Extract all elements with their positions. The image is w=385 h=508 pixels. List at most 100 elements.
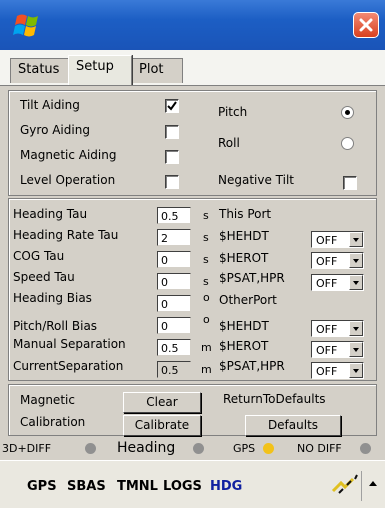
heading-tau-input[interactable]: 0.5 <box>157 207 191 224</box>
unit-label: s <box>203 231 209 244</box>
windows-flag-icon[interactable] <box>13 11 41 39</box>
title-bar <box>0 0 385 50</box>
unit-label: s <box>203 209 209 222</box>
heading-bias-input[interactable]: 0 <box>157 295 191 312</box>
gps-indicator-dot <box>263 443 274 454</box>
unit-label: o <box>203 291 210 304</box>
this-hehdt-select[interactable]: OFF <box>311 231 364 248</box>
negative-tilt-checkbox[interactable] <box>343 176 357 190</box>
tab-status[interactable]: Status <box>10 58 69 83</box>
unit-label: s <box>203 253 209 266</box>
current-separation-field: 0.5 <box>157 361 191 378</box>
calibrate-button[interactable]: Calibrate <box>123 415 201 436</box>
status-bar: 3D+DIFF Heading GPS NO DIFF <box>0 438 385 460</box>
return-to-defaults-label: ReturnToDefaults <box>223 392 326 406</box>
message-label: $PSAT,HPR <box>219 359 285 373</box>
param-label: Manual Separation <box>13 337 126 351</box>
param-label: Pitch/Roll Bias <box>13 319 98 333</box>
this-port-label: This Port <box>219 207 272 221</box>
message-label: $HEROT <box>219 251 269 265</box>
speed-tau-input[interactable]: 0 <box>157 273 191 290</box>
dropdown-arrow-icon[interactable] <box>349 342 363 357</box>
message-label: $PSAT,HPR <box>219 271 285 285</box>
select-value: OFF <box>316 255 338 268</box>
gyro-aiding-label: Gyro Aiding <box>20 123 90 137</box>
select-value: OFF <box>316 323 338 336</box>
other-hehdt-select[interactable]: OFF <box>311 320 364 337</box>
roll-radio[interactable] <box>341 137 354 150</box>
magnetic-label: Magnetic <box>20 393 75 407</box>
defaults-button[interactable]: Defaults <box>245 415 341 436</box>
diff-indicator-dot <box>85 443 96 454</box>
param-label: Speed Tau <box>13 270 75 284</box>
tab-plot[interactable]: Plot <box>131 58 183 83</box>
menu-bar: GPS SBAS TMNL LOGS HDG <box>0 460 385 508</box>
pitch-roll-bias-input[interactable]: 0 <box>157 317 191 334</box>
tab-strip: Status Setup Plot <box>0 50 385 86</box>
dropdown-arrow-icon[interactable] <box>349 275 363 290</box>
message-label: $HEHDT <box>219 229 269 243</box>
dropdown-arrow-icon[interactable] <box>349 321 363 336</box>
menu-gps[interactable]: GPS <box>27 479 57 494</box>
param-label: CurrentSeparation <box>13 359 124 373</box>
pitch-label: Pitch <box>218 105 248 119</box>
menu-logs[interactable]: LOGS <box>163 479 202 494</box>
param-label: Heading Bias <box>13 291 92 305</box>
menu-separator <box>361 471 362 501</box>
roll-label: Roll <box>218 136 240 150</box>
this-psat-select[interactable]: OFF <box>311 274 364 291</box>
message-label: $HEROT <box>219 339 269 353</box>
magnetic-aiding-checkbox[interactable] <box>165 150 179 164</box>
unit-label: m <box>201 341 212 354</box>
level-operation-checkbox[interactable] <box>165 175 179 189</box>
this-herot-select[interactable]: OFF <box>311 252 364 269</box>
select-value: OFF <box>316 277 338 290</box>
magnetic-aiding-label: Magnetic Aiding <box>20 148 117 162</box>
menu-hdg[interactable]: HDG <box>210 479 242 494</box>
cog-tau-input[interactable]: 0 <box>157 251 191 268</box>
parameters-panel: Heading Tau Heading Rate Tau COG Tau Spe… <box>8 198 377 381</box>
negative-tilt-label: Negative Tilt <box>218 173 295 187</box>
diff-status-label: 3D+DIFF <box>2 442 52 455</box>
pitch-radio[interactable] <box>341 106 354 119</box>
dropdown-arrow-icon[interactable] <box>349 363 363 378</box>
up-arrow-icon[interactable] <box>369 481 377 486</box>
dropdown-arrow-icon[interactable] <box>349 253 363 268</box>
gyro-aiding-checkbox[interactable] <box>165 125 179 139</box>
no-diff-indicator-dot <box>360 443 371 454</box>
menu-sbas[interactable]: SBAS <box>67 479 106 494</box>
menu-tmnl[interactable]: TMNL <box>117 479 158 494</box>
message-label: $HEHDT <box>219 319 269 333</box>
manual-separation-input[interactable]: 0.5 <box>157 339 191 356</box>
unit-label: s <box>203 275 209 288</box>
param-label: Heading Tau <box>13 207 88 221</box>
tilt-aiding-label: Tilt Aiding <box>20 98 80 112</box>
close-button[interactable] <box>353 12 379 38</box>
heading-indicator-dot <box>193 443 204 454</box>
param-label: COG Tau <box>13 249 65 263</box>
other-herot-select[interactable]: OFF <box>311 341 364 358</box>
clear-button[interactable]: Clear <box>123 392 201 413</box>
keyboard-sip-icon[interactable] <box>331 473 359 497</box>
calibration-label: Calibration <box>20 415 86 429</box>
heading-status-label: Heading <box>117 440 176 456</box>
param-label: Heading Rate Tau <box>13 228 119 242</box>
aiding-panel: Tilt Aiding Gyro Aiding Magnetic Aiding … <box>8 90 377 196</box>
other-port-label: OtherPort <box>219 293 277 307</box>
level-operation-label: Level Operation <box>20 173 116 187</box>
select-value: OFF <box>316 365 338 378</box>
select-value: OFF <box>316 234 338 247</box>
tab-setup[interactable]: Setup <box>68 55 132 85</box>
calibration-panel: Magnetic Calibration Clear Calibrate Ret… <box>8 384 377 436</box>
unit-label: o <box>203 313 210 326</box>
select-value: OFF <box>316 344 338 357</box>
unit-label: m <box>201 363 212 376</box>
close-icon <box>359 18 373 32</box>
checkmark-icon <box>167 101 177 111</box>
tilt-aiding-checkbox[interactable] <box>165 99 179 113</box>
other-psat-select[interactable]: OFF <box>311 362 364 379</box>
no-diff-status-label: NO DIFF <box>297 442 342 455</box>
gps-status-label: GPS <box>233 442 256 455</box>
dropdown-arrow-icon[interactable] <box>349 232 363 247</box>
heading-rate-tau-input[interactable]: 2 <box>157 229 191 246</box>
